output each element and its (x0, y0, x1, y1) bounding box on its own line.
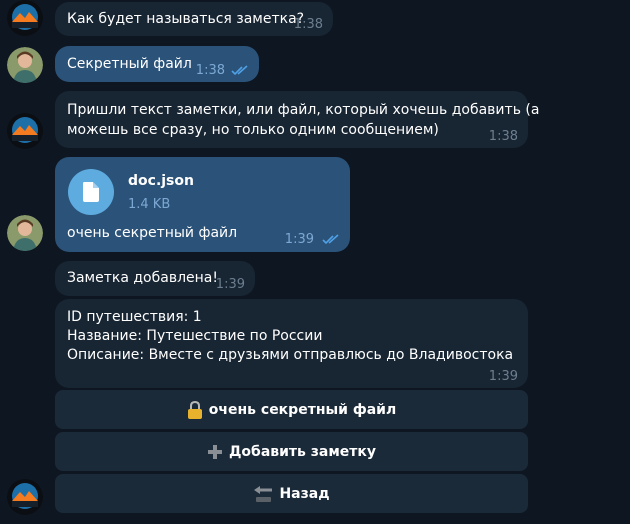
message-time: 1:39 (284, 232, 314, 247)
user-photo-icon (7, 215, 43, 251)
message-time: 1:38 (195, 63, 225, 78)
message-text-line: Описание: Вместе с друзьями отправлюсь д… (67, 347, 514, 363)
message-text-line: ID путешествия: 1 (67, 309, 202, 325)
bot-logo-icon (7, 0, 43, 36)
incoming-message: Пришли текст заметки, или файл, который … (55, 91, 539, 148)
message-text-line: Название: Путешествие по России (67, 328, 323, 344)
keyboard-button-label: Назад (279, 485, 330, 502)
bot-logo-icon (7, 479, 43, 515)
user-avatar[interactable] (7, 215, 43, 251)
read-ticks-icon (322, 234, 339, 245)
file-name[interactable]: doc.json (128, 172, 194, 191)
lock-icon (187, 400, 203, 419)
message-time: 1:39 (488, 369, 518, 384)
document-icon (83, 182, 99, 202)
bot-logo-icon (7, 113, 43, 149)
bot-avatar[interactable] (7, 0, 43, 36)
keyboard-button-label: очень секретный файл (208, 401, 397, 418)
message-text: Заметка добавлена! (67, 270, 218, 286)
message-text: Секретный файл (67, 56, 192, 72)
message-text: Как будет называться заметка? (67, 11, 305, 27)
message-time: 1:39 (215, 277, 245, 292)
back-arrow-icon (253, 485, 273, 503)
keyboard-button-secret-file[interactable]: очень секретный файл (55, 390, 528, 429)
keyboard-button-label: Добавить заметку (228, 443, 377, 460)
file-caption: очень секретный файл (67, 225, 238, 241)
keyboard-button-add-note[interactable]: Добавить заметку (55, 432, 528, 471)
keyboard-button-back[interactable]: Назад (55, 474, 528, 513)
message-text-line: можешь все сразу, но только одним сообще… (67, 122, 439, 138)
incoming-message: Как будет называться заметка? 1:38 (55, 2, 333, 36)
message-time: 1:38 (488, 129, 518, 144)
outgoing-file-message: doc.json 1.4 KB очень секретный файл 1:3… (55, 157, 350, 252)
bot-avatar[interactable] (7, 479, 43, 515)
bot-avatar[interactable] (7, 113, 43, 149)
user-photo-icon (7, 47, 43, 83)
incoming-message: ID путешествия: 1 Название: Путешествие … (55, 299, 528, 388)
file-size: 1.4 KB (128, 197, 171, 212)
read-ticks-icon (231, 65, 248, 76)
message-text-line: Пришли текст заметки, или файл, который … (67, 102, 540, 118)
file-icon[interactable] (68, 169, 114, 215)
message-time: 1:38 (293, 17, 323, 32)
plus-icon (207, 444, 223, 460)
outgoing-message: Секретный файл 1:38 (55, 46, 259, 82)
user-avatar[interactable] (7, 47, 43, 83)
incoming-message: Заметка добавлена! 1:39 (55, 261, 255, 296)
